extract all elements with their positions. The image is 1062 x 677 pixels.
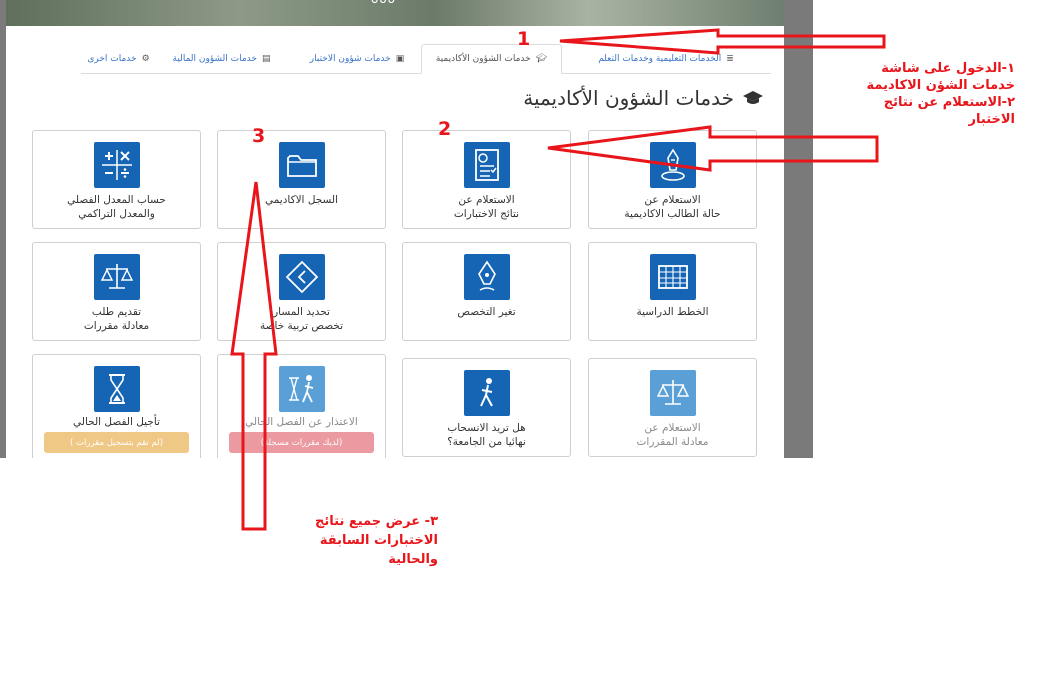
gpa-calculator-card[interactable]: حساب المعدل الفصلي والمعدل التراكمي [32, 130, 201, 229]
status-badge: (لديك مقررات مسجلة) [229, 432, 374, 453]
hourglass-walk-icon [279, 366, 325, 412]
exam-results-card[interactable]: الاستعلام عن نتائج الاختبارات [402, 130, 571, 229]
page-title-text: خدمات الشؤون الأكاديمية [523, 86, 734, 110]
card-label: هل تريد الانسحاب [447, 422, 526, 434]
card-label: تخصص تربية خاصة [259, 320, 343, 332]
tab-other-services[interactable]: ⚙ خدمات اخرى [81, 44, 156, 73]
main-panel: ⚙ خدمات اخرى ▤ خدمات الشؤون المالية ▣ خد… [6, 26, 784, 458]
tab-exam-services[interactable]: ▣ خدمات شؤون الاختبار [301, 44, 413, 73]
direction-icon [279, 254, 325, 300]
graduation-cap-icon: 🎓︎ [535, 54, 548, 64]
app-window: ooo ⚙ خدمات اخرى ▤ خدمات الشؤون المالية … [0, 0, 813, 458]
card-label: تحديد المسار [273, 306, 330, 318]
card-label: والمعدل التراكمي [78, 208, 155, 220]
annotation-number-1: 1 [517, 28, 531, 50]
folder-icon [279, 142, 325, 188]
card-label: الخطط الدراسية [636, 306, 709, 318]
banner-dots: ooo [371, 0, 396, 6]
annotation-text: ١-الدخول على شاشة [881, 61, 1015, 76]
tab-financial-services[interactable]: ▤ خدمات الشؤون المالية [169, 44, 274, 73]
card-label: نتائج الاختبارات [453, 208, 520, 220]
card-label: الاستعلام عن [644, 422, 701, 434]
pen-nib-icon [464, 254, 510, 300]
card-label: السجل الاكاديمي [264, 194, 339, 206]
card-label: تقديم طلب [91, 306, 142, 318]
annotation-text: الاختبار [968, 112, 1015, 127]
hourglass-icon [94, 366, 140, 412]
annotation-text: ٢-الاستعلام عن نتائج [883, 95, 1015, 110]
table-icon [650, 254, 696, 300]
tab-label: خدمات الشؤون المالية [172, 53, 257, 64]
annotation-text: خدمات الشؤن الاكاديمة [866, 78, 1015, 93]
card-label: تأجيل الفصل الحالي [73, 416, 160, 428]
annotation-number-2: 2 [438, 118, 452, 140]
card-label: تغير التخصص [457, 306, 516, 318]
gear-icon: ⚙ [141, 53, 150, 64]
services-tabs: ⚙ خدمات اخرى ▤ خدمات الشؤون المالية ▣ خد… [81, 44, 771, 74]
card-label: الاستعلام عن [644, 194, 701, 206]
card-label: نهائيا من الجامعة؟ [447, 436, 526, 448]
header-banner: ooo [6, 0, 784, 26]
track-selection-card[interactable]: تحديد المسار تخصص تربية خاصة [217, 242, 386, 341]
academic-record-card[interactable]: السجل الاكاديمي [217, 130, 386, 229]
card-label: معادلة المقررات [636, 436, 709, 448]
exam-icon: ▣ [395, 53, 405, 64]
annotation-text: الاختبارات السابقة [319, 533, 438, 548]
annotation-steps-1-2: ١-الدخول على شاشة خدمات الشؤن الاكاديمة … [855, 60, 1015, 128]
student-status-icon [650, 142, 696, 188]
withdraw-university-card[interactable]: هل تريد الانسحاب نهائيا من الجامعة؟ [402, 358, 571, 457]
card-label: حالة الطالب الاكاديمية [624, 208, 721, 220]
exam-results-icon [464, 142, 510, 188]
study-plans-card[interactable]: الخطط الدراسية [588, 242, 757, 341]
card-label: حساب المعدل الفصلي [67, 194, 166, 206]
scales-icon [94, 254, 140, 300]
annotation-text: والحالية [388, 552, 438, 567]
card-label: معادلة مقررات [83, 320, 150, 332]
card-label: الاعتذار عن الفصل الحالي [245, 416, 358, 428]
withdraw-semester-card[interactable]: الاعتذار عن الفصل الحالي (لديك مقررات مس… [217, 354, 386, 458]
student-status-card[interactable]: الاستعلام عن حالة الطالب الاكاديمية [588, 130, 757, 229]
walking-person-icon [464, 370, 510, 416]
change-major-card[interactable]: تغير التخصص [402, 242, 571, 341]
tab-label: خدمات الشؤون الأكاديمية [435, 54, 531, 64]
calculator-icon [94, 142, 140, 188]
equivalency-inquiry-card[interactable]: الاستعلام عن معادلة المقررات [588, 358, 757, 457]
list-icon: ≣ [726, 53, 734, 64]
money-icon: ▤ [261, 53, 271, 64]
annotation-text: ٣- عرض جميع نتائج [315, 514, 438, 529]
tab-label: الخدمات التعليمية وخدمات التعلم [598, 53, 722, 64]
scales-icon [650, 370, 696, 416]
tab-academic-services[interactable]: 🎓︎ خدمات الشؤون الأكاديمية [421, 44, 562, 74]
tab-educational-services[interactable]: ≣ الخدمات التعليمية وخدمات التعلم [566, 44, 766, 73]
postpone-semester-card[interactable]: تأجيل الفصل الحالي (لم تقم بتسجيل مقررات… [32, 354, 201, 458]
equivalency-request-card[interactable]: تقديم طلب معادلة مقررات [32, 242, 201, 341]
annotation-step-3: ٣- عرض جميع نتائج الاختبارات السابقة وال… [288, 512, 438, 569]
page-title: خدمات الشؤون الأكاديمية [523, 86, 764, 110]
card-label: الاستعلام عن [458, 194, 515, 206]
status-badge: (لم تقم بتسجيل مقررات ) [44, 432, 189, 453]
tab-label: خدمات شؤون الاختبار [309, 53, 391, 64]
graduation-cap-icon [743, 91, 763, 104]
annotation-number-3: 3 [252, 125, 266, 147]
tab-label: خدمات اخرى [87, 53, 137, 64]
